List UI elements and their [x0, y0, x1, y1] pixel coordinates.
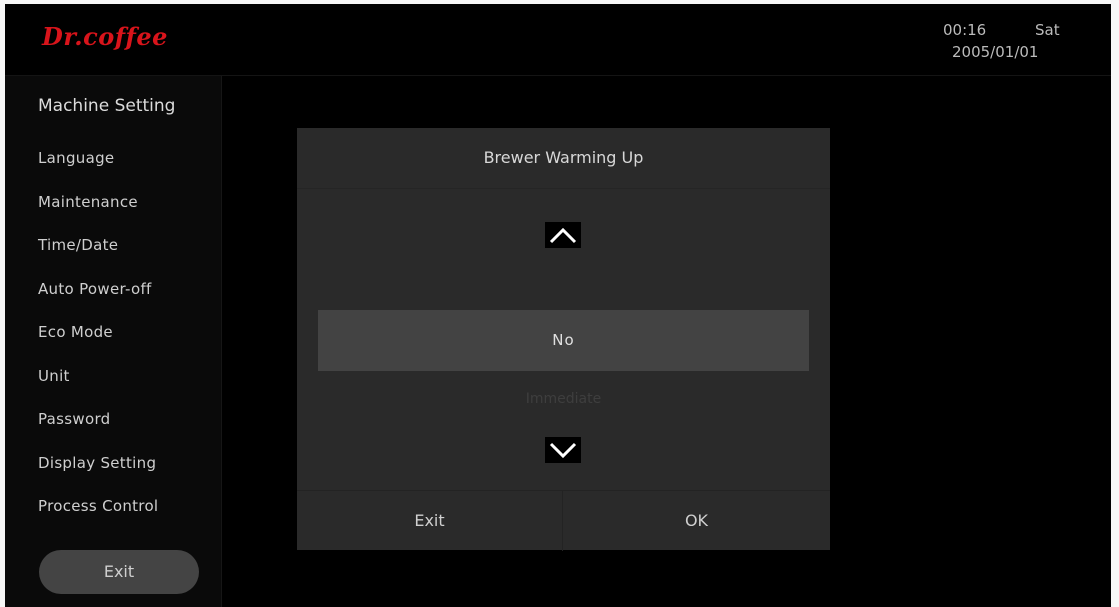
sidebar-menu: Language Maintenance Time/Date Auto Powe…	[38, 148, 158, 540]
brewer-warming-dialog: Brewer Warming Up No Immediate Exit OK	[297, 128, 830, 551]
sidebar-item-time-date[interactable]: Time/Date	[38, 235, 158, 279]
chevron-up-icon	[545, 222, 581, 248]
sidebar-item-maintenance[interactable]: Maintenance	[38, 192, 158, 236]
sidebar-item-password[interactable]: Password	[38, 409, 158, 453]
sidebar-item-process-control[interactable]: Process Control	[38, 496, 158, 540]
clock-date: 2005/01/01	[952, 43, 1039, 61]
sidebar-item-unit[interactable]: Unit	[38, 366, 158, 410]
selected-option[interactable]: No	[318, 310, 809, 371]
clock-day: Sat	[1035, 21, 1060, 39]
sidebar-item-eco-mode[interactable]: Eco Mode	[38, 322, 158, 366]
dialog-exit-button[interactable]: Exit	[297, 491, 563, 551]
sidebar-item-auto-power-off[interactable]: Auto Power-off	[38, 279, 158, 323]
top-bar: Dr.coffee 00:16 Sat 2005/01/01	[5, 4, 1111, 76]
dialog-footer: Exit OK	[297, 490, 830, 551]
scroll-down-button[interactable]	[545, 437, 581, 463]
clock-time: 00:16	[943, 21, 987, 39]
machine-screen: Dr.coffee 00:16 Sat 2005/01/01 Machine S…	[5, 4, 1111, 607]
brand-logo: Dr.coffee	[42, 22, 168, 51]
sidebar-item-language[interactable]: Language	[38, 148, 158, 192]
sidebar-title: Machine Setting	[38, 96, 176, 116]
sidebar-exit-button[interactable]: Exit	[39, 550, 199, 594]
dialog-ok-button[interactable]: OK	[563, 491, 830, 551]
next-option[interactable]: Immediate	[297, 391, 830, 407]
chevron-down-icon	[545, 437, 581, 463]
sidebar: Machine Setting Language Maintenance Tim…	[5, 76, 222, 607]
sidebar-item-display-setting[interactable]: Display Setting	[38, 453, 158, 497]
dialog-title: Brewer Warming Up	[297, 128, 830, 189]
scroll-up-button[interactable]	[545, 222, 581, 248]
